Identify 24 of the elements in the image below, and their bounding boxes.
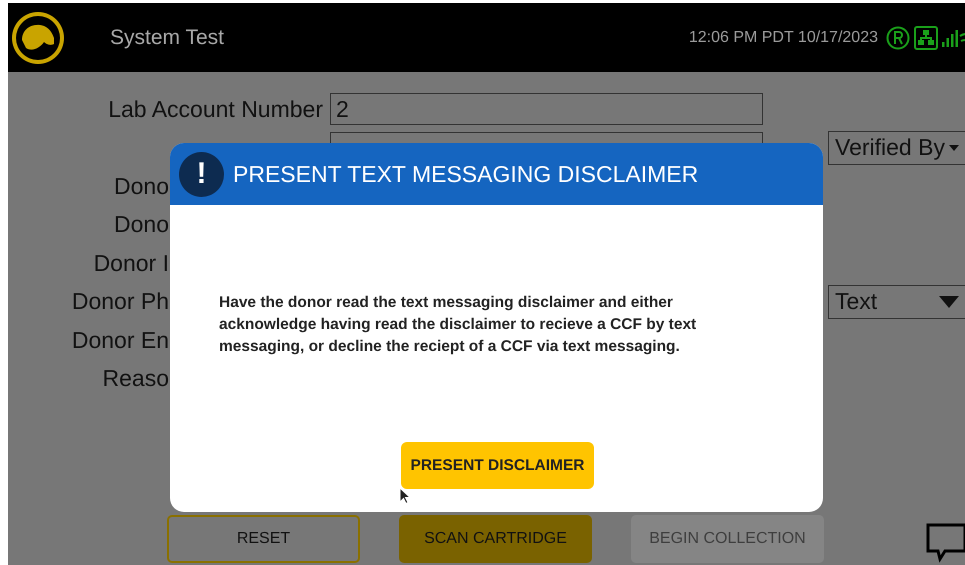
caret-icon: [939, 296, 959, 308]
action-button[interactable]: SCAN CARTRIDGE: [399, 515, 592, 563]
action-button[interactable]: RESET: [167, 515, 360, 563]
registered-icon: [886, 26, 910, 50]
field-label: Dono: [113, 172, 169, 200]
field-label: Lab Account Number: [107, 96, 323, 123]
field-label: Donor Ph: [70, 288, 169, 316]
dialog-title: PRESENT TEXT MESSAGING DISCLAIMER: [233, 160, 698, 188]
field-label: Dono: [113, 211, 169, 238]
network-icon: [914, 26, 938, 50]
signal-icon: [941, 28, 959, 48]
field-label: Donor I: [92, 250, 169, 277]
chat-icon[interactable]: [925, 523, 965, 563]
date-time: 12:06 PM PDT 10/17/2023: [688, 28, 878, 46]
dialog-message: Have the donor read the text messaging disclaimer and either acknowledge having read the disclaimer to recieve a CCF by text messaging, or decline the reciept of a CCF via text messaging.: [219, 293, 698, 357]
mouse-cursor-icon: [399, 487, 411, 505]
dropdown[interactable]: Text: [828, 284, 965, 319]
present-disclaimer-button[interactable]: PRESENT DISCLAIMER: [401, 442, 594, 489]
alert-icon: !: [179, 152, 224, 196]
dropdown[interactable]: Verified By: [828, 130, 965, 165]
field-label: Reaso: [102, 365, 169, 392]
input-field[interactable]: 2: [330, 93, 763, 126]
screen-title: System Test: [110, 26, 224, 50]
field-label: Donor En: [70, 326, 169, 354]
